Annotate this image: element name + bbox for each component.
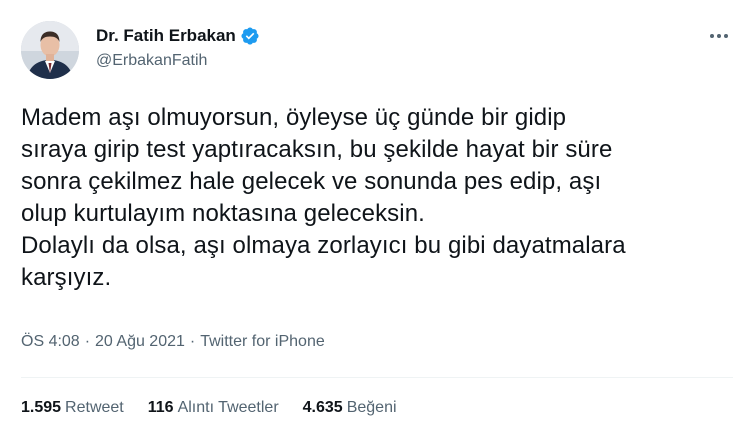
- tweet-date[interactable]: 20 Ağu 2021: [95, 333, 185, 351]
- likes-stat[interactable]: 4.635 Beğeni: [303, 399, 397, 417]
- tweet-text: Madem aşı olmuyorsun, öyleyse üç günde b…: [21, 104, 626, 291]
- retweets-stat[interactable]: 1.595 Retweet: [21, 399, 124, 417]
- avatar[interactable]: [21, 21, 79, 79]
- avatar-image: [21, 21, 79, 79]
- tweet-stats: 1.595 Retweet 116 Alıntı Tweetler 4.635 …: [21, 399, 421, 417]
- tweet-time[interactable]: ÖS 4:08: [21, 333, 80, 351]
- tweet-source[interactable]: Twitter for iPhone: [200, 333, 325, 351]
- retweets-label: Retweet: [65, 399, 124, 416]
- likes-label: Beğeni: [346, 399, 397, 416]
- quotes-stat[interactable]: 116 Alıntı Tweetler: [148, 399, 279, 417]
- author-block: Dr. Fatih Erbakan @ErbakanFatih: [96, 24, 260, 70]
- retweets-count: 1.595: [21, 399, 62, 416]
- meta-separator: ·: [84, 333, 91, 350]
- meta-separator: ·: [189, 333, 196, 350]
- more-options-icon[interactable]: [705, 26, 733, 46]
- likes-count: 4.635: [302, 399, 343, 416]
- display-name[interactable]: Dr. Fatih Erbakan: [96, 26, 236, 46]
- verified-badge-icon: [240, 26, 260, 46]
- handle[interactable]: @ErbakanFatih: [96, 52, 260, 70]
- tweet-card: Dr. Fatih Erbakan @ErbakanFatih Madem aş…: [0, 0, 749, 435]
- divider: [21, 377, 733, 378]
- tweet-meta: ÖS 4:08 · 20 Ağu 2021 · Twitter for iPho…: [21, 333, 325, 351]
- quotes-count: 116: [147, 399, 174, 416]
- quotes-label: Alıntı Tweetler: [177, 399, 279, 416]
- name-row: Dr. Fatih Erbakan: [96, 24, 260, 48]
